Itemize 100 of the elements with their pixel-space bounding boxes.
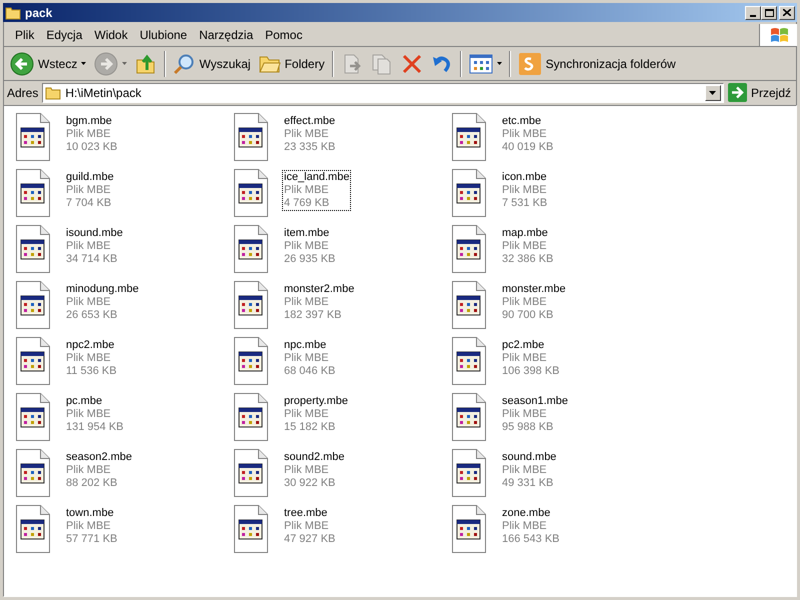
file-label: ice_land.mbe Plik MBE 4 769 KB [282, 170, 352, 211]
file-icon [234, 113, 268, 161]
file-label: property.mbe Plik MBE 15 182 KB [283, 394, 349, 435]
file-icon [452, 169, 486, 217]
file-icon [16, 393, 50, 441]
file-label: tree.mbe Plik MBE 47 927 KB [283, 506, 336, 547]
caret-icon [122, 62, 128, 65]
caret-icon [709, 90, 716, 94]
file-item[interactable]: guild.mbe Plik MBE 7 704 KB [16, 169, 234, 225]
file-item[interactable]: sound.mbe Plik MBE 49 331 KB [452, 449, 670, 505]
file-icon [452, 281, 486, 329]
file-label: etc.mbe Plik MBE 40 019 KB [501, 114, 554, 155]
file-item[interactable]: tree.mbe Plik MBE 47 927 KB [234, 505, 452, 561]
delete-icon [400, 52, 423, 74]
file-item[interactable]: item.mbe Plik MBE 26 935 KB [234, 225, 452, 281]
file-icon [234, 225, 268, 273]
file-label: minodung.mbe Plik MBE 26 653 KB [65, 282, 140, 323]
file-item[interactable]: season2.mbe Plik MBE 88 202 KB [16, 449, 234, 505]
file-item[interactable]: map.mbe Plik MBE 32 386 KB [452, 225, 670, 281]
file-item[interactable]: property.mbe Plik MBE 15 182 KB [234, 393, 452, 449]
folder-icon [5, 6, 21, 20]
file-label: isound.mbe Plik MBE 34 714 KB [65, 226, 124, 267]
menu-item[interactable]: Ulubione [134, 26, 194, 44]
file-label: item.mbe Plik MBE 26 935 KB [283, 226, 336, 267]
file-item[interactable]: zone.mbe Plik MBE 166 543 KB [452, 505, 670, 561]
file-icon [452, 505, 486, 553]
address-field[interactable]: H:\iMetin\pack [42, 82, 724, 102]
file-item[interactable]: pc.mbe Plik MBE 131 954 KB [16, 393, 234, 449]
file-icon [234, 449, 268, 497]
menu-item[interactable]: Widok [88, 26, 134, 44]
menu-item[interactable]: Pomoc [259, 26, 308, 44]
file-icon [234, 337, 268, 385]
file-label: effect.mbe Plik MBE 23 335 KB [283, 114, 336, 155]
file-icon [234, 281, 268, 329]
copy-to-icon [370, 52, 393, 74]
file-item[interactable]: icon.mbe Plik MBE 7 531 KB [452, 169, 670, 225]
close-icon [783, 9, 791, 16]
file-item[interactable]: monster.mbe Plik MBE 90 700 KB [452, 281, 670, 337]
minimize-button[interactable] [745, 6, 761, 20]
file-item[interactable]: etc.mbe Plik MBE 40 019 KB [452, 113, 670, 169]
file-label: npc2.mbe Plik MBE 11 536 KB [65, 338, 118, 379]
file-icon [234, 393, 268, 441]
file-icon [452, 449, 486, 497]
file-item[interactable]: sound2.mbe Plik MBE 30 922 KB [234, 449, 452, 505]
file-item[interactable]: bgm.mbe Plik MBE 10 023 KB [16, 113, 234, 169]
sync-button[interactable]: Synchronizacja folderów [514, 50, 679, 78]
file-icon [234, 505, 268, 553]
window-title: pack [25, 4, 52, 22]
file-icon [16, 281, 50, 329]
caret-icon [496, 62, 502, 65]
file-label: monster.mbe Plik MBE 90 700 KB [501, 282, 567, 323]
views-grid-icon [468, 54, 493, 74]
file-icon [16, 225, 50, 273]
file-icon [452, 225, 486, 273]
close-button[interactable] [779, 6, 795, 20]
menu-item[interactable]: Narzędzia [193, 26, 260, 44]
file-item[interactable]: season1.mbe Plik MBE 95 988 KB [452, 393, 670, 449]
folder-icon [45, 86, 62, 100]
flag-logo-icon [768, 26, 788, 44]
file-label: guild.mbe Plik MBE 7 704 KB [65, 170, 115, 211]
sync-app-icon [518, 52, 542, 76]
file-icon [16, 113, 50, 161]
back-button[interactable]: Wstecz [7, 50, 90, 78]
file-label: sound2.mbe Plik MBE 30 922 KB [283, 450, 346, 491]
file-label: season1.mbe Plik MBE 95 988 KB [501, 394, 570, 435]
file-icon [16, 169, 50, 217]
file-icon [16, 337, 50, 385]
maximize-icon [764, 8, 774, 16]
file-label: pc2.mbe Plik MBE 106 398 KB [501, 338, 560, 379]
file-item[interactable]: npc2.mbe Plik MBE 11 536 KB [16, 337, 234, 393]
file-label: monster2.mbe Plik MBE 182 397 KB [283, 282, 356, 323]
file-item[interactable]: effect.mbe Plik MBE 23 335 KB [234, 113, 452, 169]
caret-icon [81, 62, 86, 65]
go-button[interactable]: Przejdź [726, 83, 793, 102]
file-item[interactable]: town.mbe Plik MBE 57 771 KB [16, 505, 234, 561]
file-label: pc.mbe Plik MBE 131 954 KB [65, 394, 124, 435]
file-label: season2.mbe Plik MBE 88 202 KB [65, 450, 134, 491]
file-icon [452, 393, 486, 441]
search-icon [173, 52, 196, 74]
folders-button[interactable]: Foldery [256, 50, 328, 78]
menu-item[interactable]: Edycja [40, 26, 88, 44]
file-item[interactable]: minodung.mbe Plik MBE 26 653 KB [16, 281, 234, 337]
maximize-button[interactable] [761, 6, 777, 20]
dropdown-button[interactable] [704, 84, 721, 100]
file-label: town.mbe Plik MBE 57 771 KB [65, 506, 118, 547]
folder-icon [258, 54, 281, 74]
file-item[interactable]: npc.mbe Plik MBE 68 046 KB [234, 337, 452, 393]
file-label: icon.mbe Plik MBE 7 531 KB [501, 170, 548, 211]
file-item[interactable]: ice_land.mbe Plik MBE 4 769 KB [234, 169, 452, 225]
file-item[interactable]: isound.mbe Plik MBE 34 714 KB [16, 225, 234, 281]
file-item[interactable]: monster2.mbe Plik MBE 182 397 KB [234, 281, 452, 337]
file-item[interactable]: pc2.mbe Plik MBE 106 398 KB [452, 337, 670, 393]
file-icon [452, 337, 486, 385]
search-button[interactable]: Wyszukaj [170, 50, 254, 78]
folder-up-icon [135, 52, 158, 74]
address-label: Adres [7, 84, 40, 102]
menu-item[interactable]: Plik [9, 26, 40, 44]
file-icon [16, 505, 50, 553]
file-icon [16, 449, 50, 497]
file-label: npc.mbe Plik MBE 68 046 KB [283, 338, 336, 379]
